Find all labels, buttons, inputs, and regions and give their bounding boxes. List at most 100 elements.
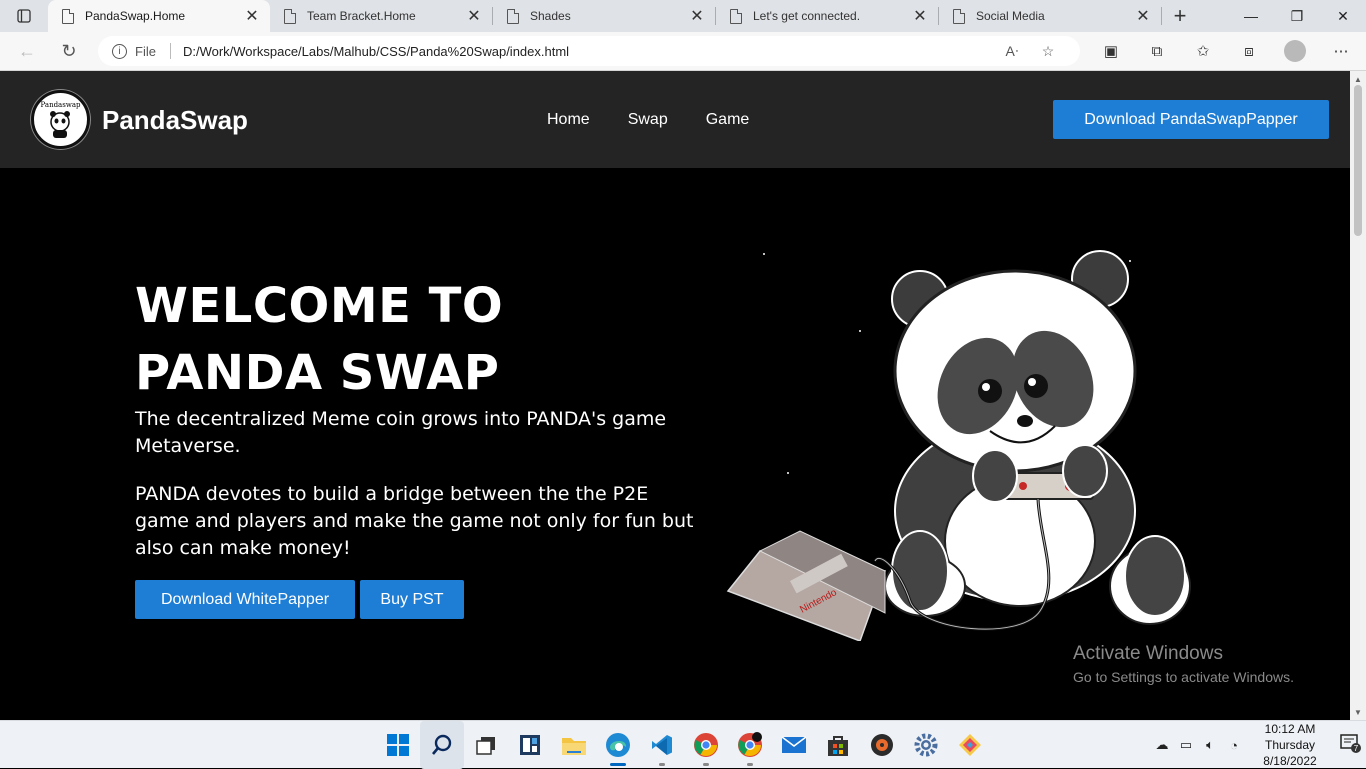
- tab-actions-icon: [17, 9, 31, 23]
- scroll-down-icon[interactable]: ▼: [1354, 708, 1362, 717]
- scheme-label: File: [135, 43, 156, 59]
- scrollbar-thumb[interactable]: [1354, 85, 1362, 236]
- clock[interactable]: 10:12 AM Thursday 8/18/2022: [1254, 721, 1326, 769]
- hero-subtitle: The decentralized Meme coin grows into P…: [135, 408, 667, 457]
- clock-day: Thursday: [1264, 738, 1316, 752]
- folder-icon: [562, 738, 586, 755]
- page-icon: [953, 8, 965, 24]
- media-player-icon: [871, 734, 893, 756]
- edge-button[interactable]: [596, 721, 640, 769]
- favorites-icon[interactable]: ✩: [1180, 42, 1226, 60]
- close-icon[interactable]: ✕: [689, 6, 705, 26]
- close-icon[interactable]: ✕: [912, 6, 928, 26]
- activate-windows-watermark: Activate Windows Go to Settings to activ…: [1073, 643, 1294, 685]
- settings-button[interactable]: [904, 721, 948, 769]
- extensions-puzzle-icon[interactable]: ⧉: [1134, 43, 1180, 60]
- tab-pandaswap[interactable]: PandaSwap.Home ✕: [48, 0, 270, 32]
- tab-team-bracket[interactable]: Team Bracket.Home ✕: [270, 0, 492, 32]
- chrome-profile-icon: [738, 732, 762, 757]
- close-icon[interactable]: ✕: [1135, 6, 1151, 26]
- avatar: [1284, 40, 1306, 62]
- page-icon: [507, 8, 519, 24]
- hero-description: PANDA devotes to build a bridge between …: [135, 483, 694, 559]
- system-tray: ☁ ▭ 🔈︎ ◔ 10:12 AM Thursday 8/18/2022 7: [1150, 721, 1366, 769]
- vscode-button[interactable]: [640, 721, 684, 769]
- panda-logo-icon: [50, 111, 70, 138]
- widgets-button[interactable]: [508, 721, 552, 769]
- tab-shades[interactable]: Shades ✕: [493, 0, 715, 32]
- info-icon[interactable]: i: [112, 43, 127, 59]
- volume-icon[interactable]: 🔈︎: [1198, 737, 1222, 753]
- clock-date: 8/18/2022: [1263, 754, 1317, 768]
- hero-title: WELCOME TO PANDA SWAP: [135, 278, 504, 401]
- back-button[interactable]: ←: [6, 32, 48, 71]
- chrome-profile-button[interactable]: [728, 721, 772, 769]
- page-icon: [730, 8, 742, 24]
- store-button[interactable]: [816, 721, 860, 769]
- panda-gamer-illustration: Nintendo: [726, 250, 1191, 641]
- main-nav: Home Swap Game: [528, 111, 768, 129]
- tab-label: Shades: [530, 9, 571, 23]
- read-aloud-icon[interactable]: Aᐧ: [994, 43, 1030, 60]
- minimize-icon[interactable]: —: [1228, 0, 1274, 32]
- scroll-up-icon[interactable]: ▲: [1354, 75, 1362, 84]
- watermark-subtitle: Go to Settings to activate Windows.: [1073, 669, 1294, 685]
- restore-icon[interactable]: ❐: [1274, 0, 1320, 32]
- wifi-icon[interactable]: ◔: [1222, 738, 1246, 753]
- url-divider: [169, 43, 171, 59]
- tab-label: Let's get connected.: [753, 9, 861, 23]
- taskbar-apps: [376, 721, 992, 769]
- nav-link-home[interactable]: Home: [528, 111, 609, 129]
- buy-pst-button[interactable]: Buy PST: [360, 580, 464, 619]
- site-logo[interactable]: Pandaswap: [31, 90, 90, 149]
- download-whitepaper-button[interactable]: Download WhitePapper: [135, 580, 355, 619]
- refresh-button[interactable]: ↻: [48, 32, 90, 71]
- mail-button[interactable]: [772, 721, 816, 769]
- window-controls: — ❐ ✕: [1228, 0, 1366, 32]
- close-icon[interactable]: ✕: [244, 6, 260, 26]
- file-explorer-button[interactable]: [552, 721, 596, 769]
- favorite-star-icon[interactable]: ☆: [1030, 43, 1066, 60]
- site-navbar: Pandaswap PandaSwap Home Swap Game Downl…: [0, 71, 1350, 168]
- git-app-icon: [959, 734, 981, 756]
- notification-count: 7: [1354, 744, 1359, 753]
- media-player-button[interactable]: [860, 721, 904, 769]
- browser-tab-strip: PandaSwap.Home ✕ Team Bracket.Home ✕ Sha…: [0, 0, 1366, 32]
- store-icon: [828, 736, 848, 756]
- tab-social-media[interactable]: Social Media ✕: [939, 0, 1161, 32]
- close-window-icon[interactable]: ✕: [1320, 0, 1366, 32]
- nav-link-swap[interactable]: Swap: [609, 111, 687, 129]
- url-text[interactable]: D:/Work/Workspace/Labs/Malhub/CSS/Panda%…: [183, 44, 994, 59]
- search-icon: [432, 734, 452, 755]
- notification-center-button[interactable]: 7: [1334, 732, 1366, 759]
- page-icon: [62, 8, 74, 24]
- mail-icon: [781, 736, 807, 753]
- nav-link-game[interactable]: Game: [687, 111, 769, 129]
- new-tab-button[interactable]: +: [1162, 0, 1198, 32]
- close-icon[interactable]: ✕: [466, 6, 482, 26]
- download-pandaswappapper-button[interactable]: Download PandaSwapPapper: [1053, 100, 1329, 139]
- tab-label: Team Bracket.Home: [307, 9, 416, 23]
- cloud-icon[interactable]: ☁: [1150, 737, 1174, 753]
- profile-button[interactable]: [1272, 40, 1318, 62]
- collections-icon[interactable]: ⧈: [1226, 43, 1272, 60]
- start-button[interactable]: [376, 721, 420, 769]
- git-app-button[interactable]: [948, 721, 992, 769]
- edge-icon: [606, 733, 630, 757]
- task-view-icon: [476, 737, 495, 755]
- task-view-button[interactable]: [464, 721, 508, 769]
- more-menu-icon[interactable]: ⋯: [1318, 42, 1364, 60]
- search-button[interactable]: [420, 721, 464, 769]
- brand-name[interactable]: PandaSwap: [102, 105, 248, 136]
- vscode-icon: [652, 735, 672, 755]
- page-scrollbar[interactable]: ▲ ▼: [1350, 71, 1366, 720]
- chrome-button[interactable]: [684, 721, 728, 769]
- page-icon: [284, 8, 296, 24]
- extension-app-icon[interactable]: ▣: [1088, 42, 1134, 60]
- chrome-icon: [694, 733, 718, 757]
- battery-icon[interactable]: ▭: [1174, 737, 1198, 753]
- address-bar[interactable]: i File D:/Work/Workspace/Labs/Malhub/CSS…: [98, 36, 1080, 66]
- tab-actions-button[interactable]: [0, 0, 48, 32]
- watermark-title: Activate Windows: [1073, 643, 1223, 664]
- tab-lets-get-connected[interactable]: Let's get connected. ✕: [716, 0, 938, 32]
